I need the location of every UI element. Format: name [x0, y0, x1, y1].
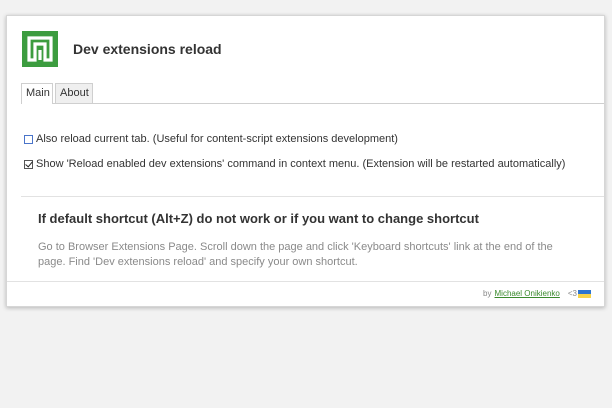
- footer-divider: [7, 281, 604, 282]
- divider: [21, 196, 604, 197]
- footer-by: by: [483, 289, 492, 298]
- ukraine-flag-icon: [578, 289, 591, 298]
- tab-bar: Main About: [21, 83, 604, 104]
- app-title: Dev extensions reload: [73, 41, 222, 57]
- option-label: Show 'Reload enabled dev extensions' com…: [36, 158, 566, 170]
- options-panel: Dev extensions reload Main About Also re…: [6, 15, 605, 307]
- option-label: Also reload current tab. (Useful for con…: [36, 133, 398, 145]
- option-context-menu[interactable]: Show 'Reload enabled dev extensions' com…: [24, 156, 565, 172]
- shortcut-info: If default shortcut (Alt+Z) do not work …: [38, 211, 578, 270]
- options-list: Also reload current tab. (Useful for con…: [24, 131, 565, 181]
- reload-current-tab-checkbox[interactable]: [24, 134, 33, 144]
- heart-text: <3: [567, 289, 577, 298]
- footer: by Michael Onikienko <3: [483, 289, 591, 298]
- tab-about[interactable]: About: [55, 83, 93, 103]
- shortcut-instructions: Go to Browser Extensions Page. Scroll do…: [38, 241, 553, 268]
- extension-logo-icon: [22, 31, 58, 67]
- option-reload-current-tab[interactable]: Also reload current tab. (Useful for con…: [24, 131, 565, 147]
- shortcut-heading: If default shortcut (Alt+Z) do not work …: [38, 211, 479, 226]
- tab-main[interactable]: Main: [21, 83, 53, 104]
- context-menu-checkbox[interactable]: [24, 159, 33, 169]
- header: Dev extensions reload: [22, 31, 222, 67]
- author-link[interactable]: Michael Onikienko: [495, 289, 560, 298]
